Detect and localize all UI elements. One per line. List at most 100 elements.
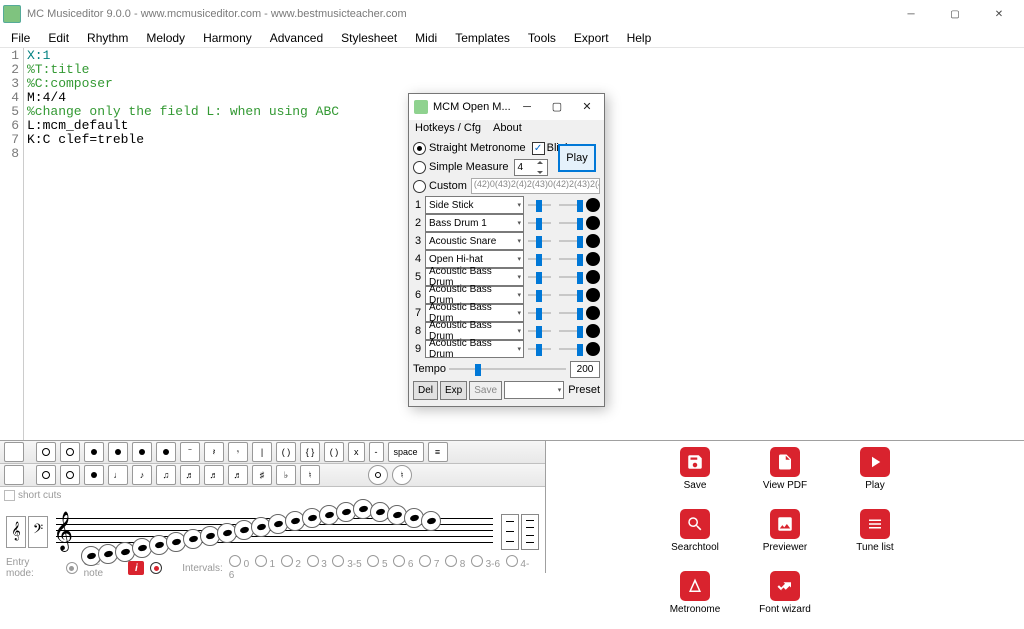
track-instrument-select[interactable]: Acoustic Snare▾	[425, 232, 524, 250]
tool-flat[interactable]: ♭	[276, 465, 296, 485]
tool-barline[interactable]: |	[252, 442, 272, 462]
track-indicator[interactable]	[586, 288, 600, 302]
interval-radio[interactable]	[471, 555, 483, 567]
interval-radio[interactable]	[445, 555, 457, 567]
track-slider-b[interactable]	[559, 234, 582, 248]
tool-half-note[interactable]	[60, 442, 80, 462]
menu-melody[interactable]: Melody	[137, 29, 194, 47]
tool-blank[interactable]	[4, 442, 24, 462]
staff[interactable]: 𝄞 [ [25,38],[42,36],[59,34],[76,30],[93,…	[56, 508, 493, 556]
tool-natural[interactable]: ♮	[300, 465, 320, 485]
track-indicator[interactable]	[586, 270, 600, 284]
radio-tool-1[interactable]	[368, 465, 388, 485]
track-slider-b[interactable]	[559, 216, 582, 230]
interval-radio[interactable]	[332, 555, 344, 567]
dialog-maximize[interactable]: ▢	[542, 96, 572, 118]
tool-quarter-note[interactable]	[84, 442, 104, 462]
tool-rest-3[interactable]: 𝄾	[228, 442, 248, 462]
staff-view-2[interactable]	[521, 514, 539, 550]
tool-dur-7[interactable]: ♬	[180, 465, 200, 485]
tool-dur-6[interactable]: ♫	[156, 465, 176, 485]
track-slider-b[interactable]	[559, 324, 582, 338]
shortcuts-checkbox[interactable]	[4, 490, 15, 501]
dialog-minimize[interactable]: ─	[512, 96, 542, 118]
play-button[interactable]: Play	[558, 144, 596, 172]
menu-edit[interactable]: Edit	[39, 29, 78, 47]
save-button[interactable]: Save	[469, 381, 502, 400]
tool-dur-3[interactable]	[84, 465, 104, 485]
entry-one-note-radio[interactable]	[66, 562, 78, 574]
interval-radio[interactable]	[229, 555, 241, 567]
action-fontwizard[interactable]: Font wizard	[750, 571, 820, 629]
menu-tools[interactable]: Tools	[519, 29, 565, 47]
tool-rest-2[interactable]: 𝄽	[204, 442, 224, 462]
track-slider-b[interactable]	[559, 306, 582, 320]
menu-rhythm[interactable]: Rhythm	[78, 29, 137, 47]
tool-extra[interactable]: ≡	[428, 442, 448, 462]
dialog-menu-hotkeys[interactable]: Hotkeys / Cfg	[415, 122, 481, 134]
tool-dur-4[interactable]: ♩	[108, 465, 128, 485]
action-tunelist[interactable]: Tune list	[840, 509, 910, 567]
track-slider-a[interactable]	[528, 198, 551, 212]
interval-radio[interactable]	[255, 555, 267, 567]
tool-sixteenth[interactable]	[132, 442, 152, 462]
tool-space[interactable]: space	[388, 442, 424, 462]
track-instrument-select[interactable]: Side Stick▾	[425, 196, 524, 214]
track-slider-b[interactable]	[559, 252, 582, 266]
simple-measure-spin[interactable]: 4	[514, 159, 548, 176]
interval-radio[interactable]	[307, 555, 319, 567]
interval-radio[interactable]	[281, 555, 293, 567]
bass-clef-button[interactable]: 𝄢	[28, 516, 48, 548]
track-indicator[interactable]	[586, 252, 600, 266]
track-indicator[interactable]	[586, 324, 600, 338]
action-play[interactable]: Play	[840, 447, 910, 505]
close-button[interactable]: ✕	[977, 0, 1021, 28]
mode-straight-radio[interactable]	[413, 142, 426, 155]
tool-dur-2[interactable]	[60, 465, 80, 485]
action-metronome[interactable]: Metronome	[660, 571, 730, 629]
menu-stylesheet[interactable]: Stylesheet	[332, 29, 406, 47]
tool-bracket-2[interactable]: { }	[300, 442, 320, 462]
info-icon[interactable]: i	[128, 561, 144, 575]
action-save[interactable]: Save	[660, 447, 730, 505]
tool-eighth-note[interactable]	[108, 442, 128, 462]
blink-checkbox[interactable]: ✓	[532, 142, 545, 155]
tool-sharp[interactable]: ♯	[252, 465, 272, 485]
track-indicator[interactable]	[586, 216, 600, 230]
tool-whole-note[interactable]	[36, 442, 56, 462]
tool-thirtysecond[interactable]	[156, 442, 176, 462]
action-searchtool[interactable]: Searchtool	[660, 509, 730, 567]
interval-radio[interactable]	[393, 555, 405, 567]
track-slider-a[interactable]	[528, 324, 551, 338]
interval-radio[interactable]	[367, 555, 379, 567]
radio-tool-2[interactable]: ♮	[392, 465, 412, 485]
track-instrument-select[interactable]: Bass Drum 1▾	[425, 214, 524, 232]
menu-file[interactable]: File	[2, 29, 39, 47]
action-previewer[interactable]: Previewer	[750, 509, 820, 567]
mode-simple-radio[interactable]	[413, 161, 426, 174]
tool-blank2[interactable]	[4, 465, 24, 485]
menu-advanced[interactable]: Advanced	[261, 29, 332, 47]
tool-bracket-1[interactable]: ( )	[276, 442, 296, 462]
track-indicator[interactable]	[586, 198, 600, 212]
track-instrument-select[interactable]: Acoustic Bass Drum▾	[425, 340, 524, 358]
tool-x[interactable]: x	[348, 442, 365, 462]
track-slider-b[interactable]	[559, 342, 582, 356]
exp-button[interactable]: Exp	[440, 381, 467, 400]
track-slider-a[interactable]	[528, 270, 551, 284]
mode-custom-radio[interactable]	[413, 180, 426, 193]
track-slider-a[interactable]	[528, 288, 551, 302]
treble-clef-button[interactable]: 𝄞	[6, 516, 26, 548]
track-slider-a[interactable]	[528, 342, 551, 356]
track-indicator[interactable]	[586, 234, 600, 248]
track-slider-a[interactable]	[528, 216, 551, 230]
track-slider-b[interactable]	[559, 288, 582, 302]
action-viewpdf[interactable]: View PDF	[750, 447, 820, 505]
custom-pattern-input[interactable]: (42)0(43)2(4)2(43)0(42)2(43)2(4	[471, 178, 600, 194]
minimize-button[interactable]: ─	[889, 0, 933, 28]
track-slider-a[interactable]	[528, 252, 551, 266]
entry-chord-radio[interactable]	[150, 562, 162, 574]
tool-dur-1[interactable]	[36, 465, 56, 485]
tool-bracket-3[interactable]: ( )	[324, 442, 344, 462]
staff-note[interactable]	[421, 511, 441, 531]
